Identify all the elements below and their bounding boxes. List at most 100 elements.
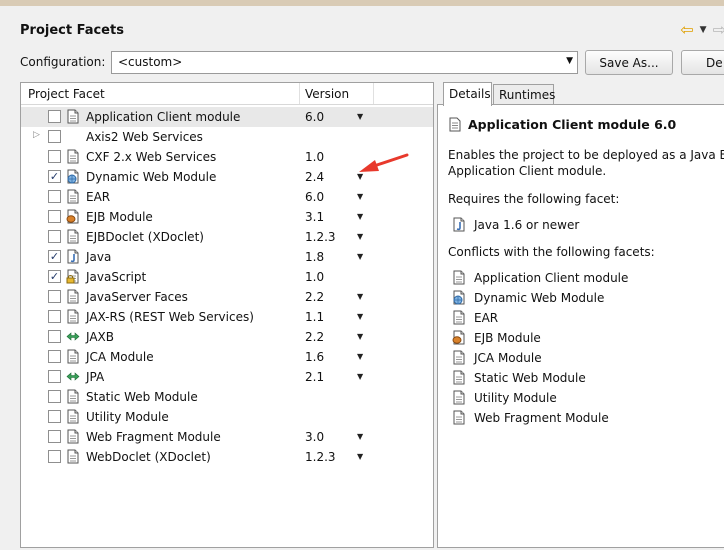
version-dropdown-icon[interactable]: ▼ bbox=[357, 232, 363, 241]
version-dropdown-icon[interactable]: ▼ bbox=[357, 212, 363, 221]
table-row[interactable]: WebDoclet (XDoclet) 1.2.3 ▼ bbox=[21, 447, 433, 467]
facet-name: EJB Module bbox=[86, 210, 153, 224]
facet-checkbox[interactable] bbox=[48, 410, 61, 423]
table-row[interactable]: EAR 6.0 ▼ bbox=[21, 187, 433, 207]
facet-version[interactable]: 1.6 bbox=[305, 350, 324, 364]
details-description-line1: Enables the project to be deployed as a … bbox=[448, 148, 724, 162]
facet-checkbox[interactable] bbox=[48, 370, 61, 383]
version-dropdown-icon[interactable]: ▼ bbox=[357, 312, 363, 321]
facet-checkbox[interactable] bbox=[48, 350, 61, 363]
facet-version[interactable]: 6.0 bbox=[305, 190, 324, 204]
version-dropdown-icon[interactable]: ▼ bbox=[357, 352, 363, 361]
version-dropdown-icon[interactable]: ▼ bbox=[357, 292, 363, 301]
facet-version[interactable]: 1.8 bbox=[305, 250, 324, 264]
facet-name: Application Client module bbox=[86, 110, 241, 124]
facet-name: EAR bbox=[86, 190, 111, 204]
facet-name: Java bbox=[86, 250, 112, 264]
facet-version[interactable]: 3.0 bbox=[305, 430, 324, 444]
facet-checkbox[interactable] bbox=[48, 450, 61, 463]
facet-version[interactable]: 2.4 bbox=[305, 170, 324, 184]
facet-list-item: Application Client module bbox=[474, 271, 629, 285]
details-title: Application Client module 6.0 bbox=[468, 117, 677, 132]
facet-checkbox[interactable] bbox=[48, 310, 61, 323]
tab-details[interactable]: Details bbox=[443, 82, 492, 106]
facet-list-item: Dynamic Web Module bbox=[474, 291, 605, 305]
facet-version[interactable]: 1.2.3 bbox=[305, 230, 336, 244]
facet-checkbox[interactable] bbox=[48, 430, 61, 443]
version-dropdown-icon[interactable]: ▼ bbox=[357, 332, 363, 341]
facet-checkbox[interactable] bbox=[48, 230, 61, 243]
save-as-button[interactable]: Save As... bbox=[585, 50, 673, 75]
facet-checkbox[interactable] bbox=[48, 290, 61, 303]
table-row[interactable]: JPA 2.1 ▼ bbox=[21, 367, 433, 387]
version-dropdown-icon[interactable]: ▼ bbox=[357, 452, 363, 461]
table-row[interactable]: JAX-RS (REST Web Services) 1.1 ▼ bbox=[21, 307, 433, 327]
table-row[interactable]: Web Fragment Module 3.0 ▼ bbox=[21, 427, 433, 447]
facet-version[interactable]: 1.0 bbox=[305, 150, 324, 164]
version-dropdown-icon[interactable]: ▼ bbox=[357, 112, 363, 121]
page-icon bbox=[66, 149, 80, 164]
facet-version[interactable]: 1.2.3 bbox=[305, 450, 336, 464]
column-header-project-facet[interactable]: Project Facet bbox=[28, 87, 105, 101]
facet-name: JAXB bbox=[86, 330, 114, 344]
version-dropdown-icon[interactable]: ▼ bbox=[357, 252, 363, 261]
facet-checkbox[interactable]: ✓ bbox=[48, 270, 61, 283]
facet-version[interactable]: 1.0 bbox=[305, 270, 324, 284]
column-header-version[interactable]: Version bbox=[305, 87, 349, 101]
facet-name: JPA bbox=[86, 370, 105, 384]
table-row[interactable]: Application Client module 6.0 ▼ bbox=[21, 107, 433, 127]
facet-checkbox[interactable]: ✓ bbox=[48, 170, 61, 183]
lock-page-icon bbox=[66, 269, 80, 284]
requires-label: Requires the following facet: bbox=[448, 192, 620, 206]
configuration-value: <custom> bbox=[118, 55, 183, 69]
facet-checkbox[interactable] bbox=[48, 110, 61, 123]
facet-name: Axis2 Web Services bbox=[86, 130, 203, 144]
facet-list-item: Static Web Module bbox=[474, 371, 586, 385]
configuration-label: Configuration: bbox=[20, 55, 106, 69]
facet-list-item: EAR bbox=[474, 311, 499, 325]
table-row[interactable]: ✓ JavaScript 1.0 bbox=[21, 267, 433, 287]
facet-checkbox[interactable] bbox=[48, 190, 61, 203]
table-row[interactable]: EJB Module 3.1 ▼ bbox=[21, 207, 433, 227]
configuration-combo[interactable]: <custom> ▼ bbox=[111, 51, 578, 74]
delete-button[interactable]: De bbox=[681, 50, 724, 75]
facet-name: Utility Module bbox=[86, 410, 169, 424]
forward-arrow-icon[interactable]: ⇨ bbox=[713, 22, 724, 38]
version-dropdown-icon[interactable]: ▼ bbox=[357, 372, 363, 381]
facet-version[interactable]: 3.1 bbox=[305, 210, 324, 224]
table-row[interactable]: JavaServer Faces 2.2 ▼ bbox=[21, 287, 433, 307]
table-row[interactable]: ▷ Axis2 Web Services bbox=[21, 127, 433, 147]
table-row[interactable]: Utility Module bbox=[21, 407, 433, 427]
facet-checkbox[interactable] bbox=[48, 130, 61, 143]
facet-name: Static Web Module bbox=[86, 390, 198, 404]
column-divider[interactable] bbox=[299, 83, 300, 104]
facet-version[interactable]: 2.2 bbox=[305, 330, 324, 344]
table-row[interactable]: EJBDoclet (XDoclet) 1.2.3 ▼ bbox=[21, 227, 433, 247]
version-dropdown-icon[interactable]: ▼ bbox=[357, 192, 363, 201]
facet-checkbox[interactable] bbox=[48, 210, 61, 223]
table-row[interactable]: JAXB 2.2 ▼ bbox=[21, 327, 433, 347]
version-dropdown-icon[interactable]: ▼ bbox=[357, 432, 363, 441]
table-row[interactable]: ✓ Java 1.8 ▼ bbox=[21, 247, 433, 267]
facet-version[interactable]: 2.1 bbox=[305, 370, 324, 384]
facet-checkbox[interactable] bbox=[48, 390, 61, 403]
chevron-down-icon[interactable]: ▼ bbox=[700, 25, 707, 35]
table-row[interactable]: Static Web Module bbox=[21, 387, 433, 407]
facet-checkbox[interactable]: ✓ bbox=[48, 250, 61, 263]
expand-icon[interactable]: ▷ bbox=[33, 130, 40, 140]
conflicts-label: Conflicts with the following facets: bbox=[448, 245, 655, 259]
table-row[interactable]: JCA Module 1.6 ▼ bbox=[21, 347, 433, 367]
facet-name: JavaScript bbox=[86, 270, 147, 284]
facet-checkbox[interactable] bbox=[48, 330, 61, 343]
column-divider[interactable] bbox=[373, 83, 374, 104]
page-icon bbox=[66, 409, 80, 424]
facet-version[interactable]: 6.0 bbox=[305, 110, 324, 124]
tab-runtimes[interactable]: Runtimes bbox=[493, 84, 555, 105]
facet-list-item: Java 1.6 or newer bbox=[474, 218, 580, 232]
facet-version[interactable]: 1.1 bbox=[305, 310, 324, 324]
facet-checkbox[interactable] bbox=[48, 150, 61, 163]
globe-page-icon bbox=[66, 169, 80, 184]
facet-version[interactable]: 2.2 bbox=[305, 290, 324, 304]
back-arrow-icon[interactable]: ⇦ bbox=[680, 22, 693, 38]
page-icon bbox=[66, 229, 80, 244]
